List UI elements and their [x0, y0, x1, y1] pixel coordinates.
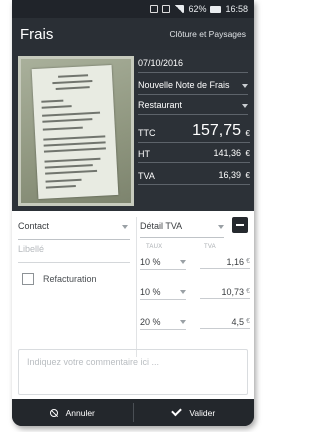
tva-rate-value: 10 %	[140, 257, 161, 267]
tva-amount-value: 1,16	[226, 257, 244, 267]
ttc-field[interactable]: TTC 157,75 €	[138, 122, 250, 143]
receipt-photo[interactable]	[18, 56, 134, 206]
remove-tva-button[interactable]	[232, 217, 248, 233]
expense-summary-panel: 07/10/2016 Nouvelle Note de Frais Restau…	[12, 50, 254, 211]
col-tva-header: TVA	[204, 244, 216, 250]
refacturation-label: Refacturation	[43, 274, 97, 284]
chevron-down-icon	[180, 260, 186, 264]
column-divider	[136, 217, 137, 357]
col-rate-header: TAUX	[146, 244, 163, 250]
tva-amount-input[interactable]: 4,5 €	[200, 317, 250, 329]
chevron-down-icon	[180, 290, 186, 294]
ht-label: HT	[138, 149, 150, 159]
tva-line: 10 % 10,73 €	[140, 285, 250, 301]
tva-field[interactable]: TVA 16,39 €	[138, 168, 250, 185]
tva-rate-select[interactable]: 10 %	[140, 257, 186, 270]
note-select[interactable]: Nouvelle Note de Frais	[138, 80, 248, 95]
ttc-label: TTC	[138, 128, 156, 138]
category-value: Restaurant	[138, 100, 183, 110]
bottom-action-bar: Annuler Valider	[12, 399, 254, 426]
tva-detail-select[interactable]: Détail TVA	[140, 221, 224, 238]
ttc-currency: €	[245, 129, 250, 138]
ttc-value: 157,75	[192, 122, 241, 139]
tva-line: 20 % 4,5 €	[140, 315, 250, 331]
cancel-label: Annuler	[65, 407, 95, 418]
receipt-paper	[31, 64, 119, 200]
date-value: 07/10/2016	[138, 58, 184, 68]
comment-textarea[interactable]: Indiquez votre commentaire ici ...	[18, 349, 248, 395]
signal-icon	[174, 5, 185, 13]
confirm-button[interactable]: Valider	[134, 399, 255, 426]
check-icon	[171, 405, 183, 417]
date-field[interactable]: 07/10/2016	[138, 58, 248, 73]
tva-currency: €	[245, 171, 250, 180]
tva-amount-value: 10,73	[221, 287, 244, 297]
chevron-down-icon	[218, 225, 224, 229]
ht-value: 141,36	[213, 148, 241, 158]
vibrate-icon	[150, 5, 159, 13]
refacturation-checkbox[interactable]	[22, 273, 34, 285]
tva-rate-select[interactable]: 10 %	[140, 287, 186, 300]
tva-rate-select[interactable]: 20 %	[140, 317, 186, 330]
tva-label: TVA	[138, 171, 155, 181]
refacturation-option[interactable]: Refacturation	[22, 273, 97, 285]
network-icon	[162, 5, 171, 13]
clock: 16:58	[225, 4, 248, 14]
tva-line: 10 % 1,16 €	[140, 255, 250, 271]
tva-amount-input[interactable]: 10,73 €	[200, 287, 250, 299]
expense-form: Contact Libellé Refacturation Détail TVA…	[12, 211, 254, 399]
tva-detail-label: Détail TVA	[140, 221, 183, 231]
battery-percent: 62%	[188, 4, 207, 14]
tva-amount-currency: €	[246, 258, 250, 265]
contact-select[interactable]: Contact	[18, 221, 130, 240]
cancel-icon	[49, 408, 58, 417]
tva-amount-currency: €	[246, 288, 250, 295]
contact-label: Contact	[18, 221, 50, 231]
libelle-input[interactable]: Libellé	[18, 244, 130, 263]
chevron-down-icon	[122, 225, 128, 229]
tva-amount-value: 4,5	[231, 317, 244, 327]
phone-screen: 62% 16:58 Frais Clôture et Paysages 07/1…	[12, 0, 254, 426]
status-bar: 62% 16:58	[12, 0, 254, 18]
ht-currency: €	[245, 149, 250, 158]
tva-rate-value: 20 %	[140, 317, 161, 327]
chevron-down-icon	[242, 84, 248, 88]
company-selector[interactable]: Clôture et Paysages	[169, 29, 246, 39]
confirm-label: Valider	[189, 407, 216, 418]
chevron-down-icon	[180, 320, 186, 324]
tva-amount-input[interactable]: 1,16 €	[200, 257, 250, 269]
comment-placeholder: Indiquez votre commentaire ici ...	[27, 357, 160, 367]
category-select[interactable]: Restaurant	[138, 100, 248, 115]
tva-rate-value: 10 %	[140, 287, 161, 297]
note-value: Nouvelle Note de Frais	[138, 80, 230, 90]
tva-amount-currency: €	[246, 318, 250, 325]
ht-field[interactable]: HT 141,36 €	[138, 146, 250, 163]
battery-icon	[210, 5, 222, 13]
libelle-placeholder: Libellé	[18, 244, 45, 254]
minus-icon	[236, 224, 244, 226]
page-title: Frais	[20, 25, 54, 43]
app-bar: Frais Clôture et Paysages	[12, 18, 254, 50]
tva-value: 16,39	[218, 170, 241, 180]
cancel-button[interactable]: Annuler	[12, 399, 133, 426]
chevron-down-icon	[242, 104, 248, 108]
